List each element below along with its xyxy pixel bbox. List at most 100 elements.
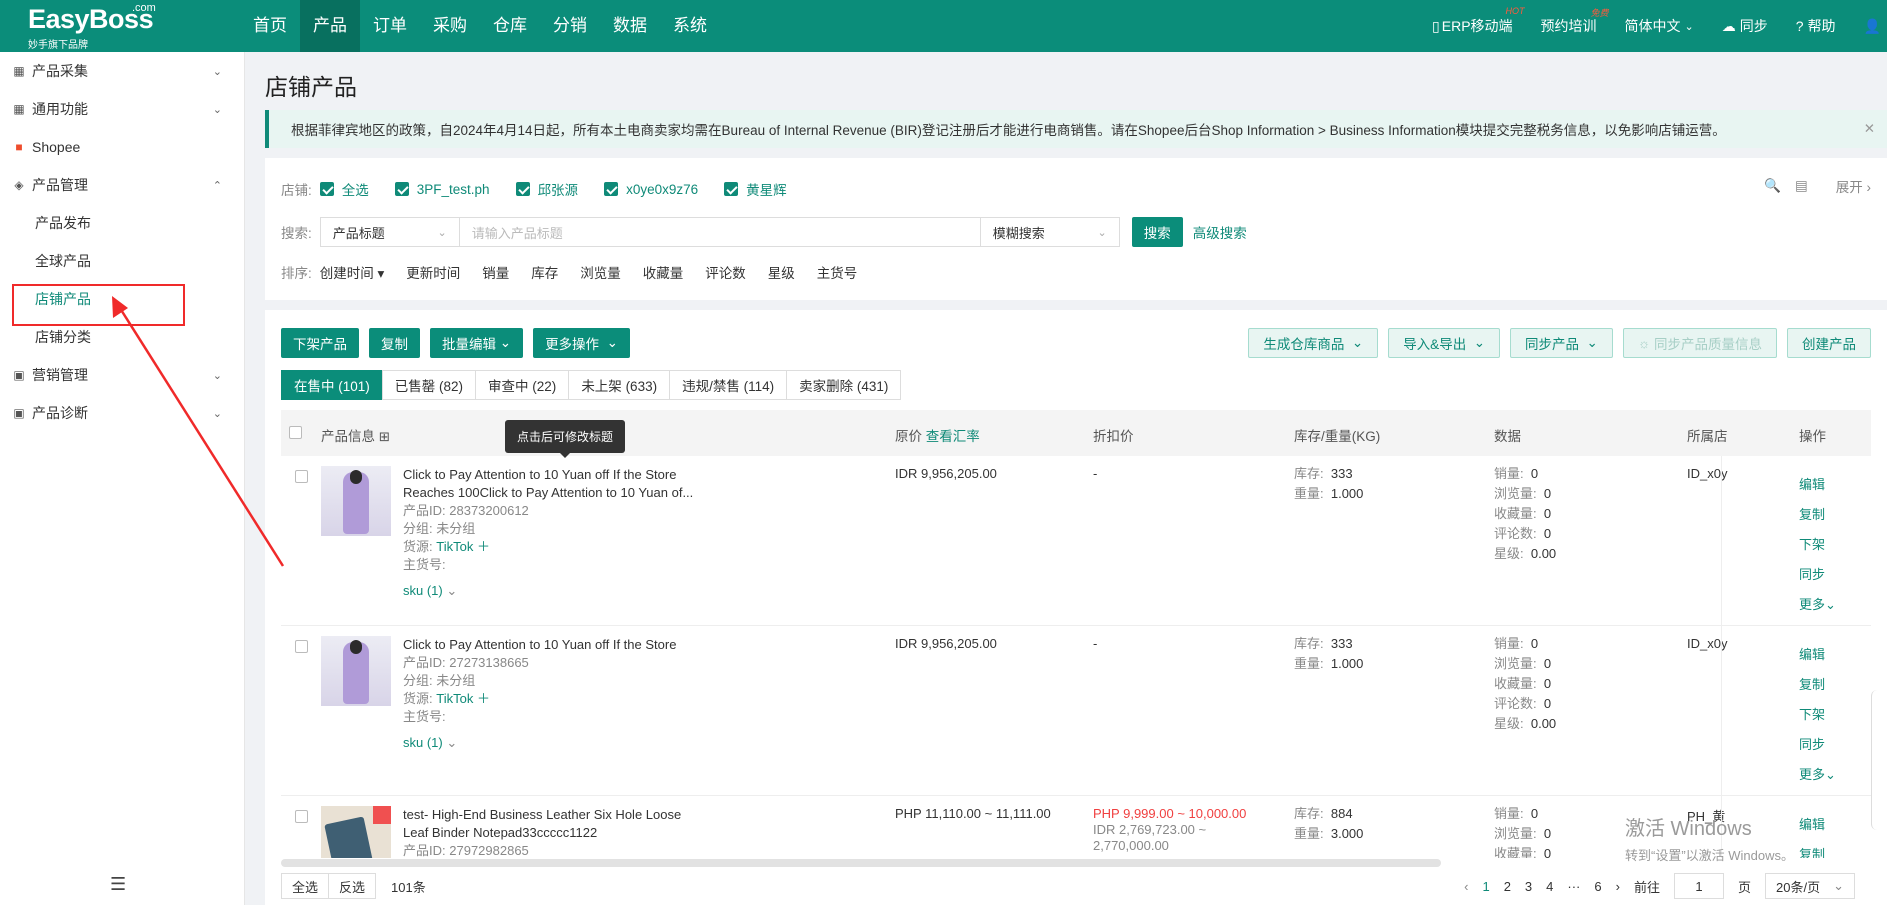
- copy-button[interactable]: 复制: [369, 328, 420, 358]
- shop-checkbox-all[interactable]: 全选: [319, 179, 369, 199]
- logo[interactable]: EasyBoss .com 妙手旗下品牌: [0, 0, 240, 52]
- nav-purchase[interactable]: 采购: [420, 0, 480, 52]
- tab-violation[interactable]: 违规/禁售 (114): [669, 370, 788, 400]
- search-button[interactable]: 搜索: [1131, 217, 1183, 247]
- next-page-icon[interactable]: ›: [1616, 879, 1620, 894]
- delist-link[interactable]: 下架: [1799, 530, 1836, 560]
- edit-link[interactable]: 编辑: [1799, 640, 1836, 670]
- mobile-erp-link[interactable]: ▯ ERP移动端 HOT: [1432, 6, 1525, 36]
- product-thumbnail[interactable]: [321, 636, 391, 706]
- sidebar-group-collect[interactable]: ▦ 产品采集 ⌄: [0, 52, 244, 90]
- sync-link[interactable]: 同步: [1799, 560, 1836, 590]
- sort-views[interactable]: 浏览量: [580, 262, 621, 282]
- nav-product[interactable]: 产品: [300, 0, 360, 52]
- help-link[interactable]: ? 帮助: [1796, 16, 1836, 36]
- select-all-checkbox[interactable]: [289, 426, 302, 439]
- sync-link[interactable]: 同步: [1799, 730, 1836, 760]
- shop-checkbox-3pf[interactable]: 3PF_test.ph: [394, 182, 490, 197]
- sort-sku-no[interactable]: 主货号: [817, 262, 858, 282]
- sku-toggle[interactable]: sku (1) ⌄: [403, 582, 733, 600]
- generate-warehouse-button[interactable]: 生成仓库商品 ⌄: [1248, 328, 1379, 358]
- horizontal-scrollbar[interactable]: [281, 859, 1441, 867]
- nav-order[interactable]: 订单: [360, 0, 420, 52]
- footer-invert-button[interactable]: 反选: [328, 873, 377, 899]
- advanced-search-link[interactable]: 高级搜索: [1193, 222, 1247, 242]
- user-icon[interactable]: 👤: [1864, 18, 1881, 35]
- nav-data[interactable]: 数据: [600, 0, 660, 52]
- view-exchange-rate-link[interactable]: 查看汇率: [926, 429, 980, 444]
- sidebar-item-global-products[interactable]: 全球产品: [0, 242, 244, 280]
- page-jump-input[interactable]: 1: [1673, 873, 1724, 899]
- page-1[interactable]: 1: [1482, 879, 1489, 894]
- edit-link[interactable]: 编辑: [1799, 810, 1825, 840]
- search-field-select[interactable]: 产品标题 ⌄: [319, 217, 460, 247]
- page-4[interactable]: 4: [1546, 879, 1553, 894]
- shop-checkbox-huang[interactable]: 黄星辉: [724, 179, 787, 199]
- sidebar-group-shopee[interactable]: ■ Shopee: [0, 128, 244, 166]
- footer-select-all-button[interactable]: 全选: [281, 873, 330, 899]
- plus-square-icon[interactable]: ⊞: [379, 429, 390, 444]
- sort-stars[interactable]: 星级: [768, 262, 795, 282]
- product-thumbnail[interactable]: [321, 466, 391, 536]
- page-ellipsis[interactable]: ···: [1567, 879, 1580, 894]
- close-icon[interactable]: ✕: [1864, 121, 1875, 137]
- row-checkbox[interactable]: [295, 810, 308, 823]
- tab-unlisted[interactable]: 未上架 (633): [568, 370, 671, 400]
- layout-icon[interactable]: ▤: [1795, 178, 1808, 194]
- sidebar-item-publish[interactable]: 产品发布: [0, 204, 244, 242]
- page-2[interactable]: 2: [1504, 879, 1511, 894]
- shop-checkbox-qiu[interactable]: 邱张源: [515, 179, 578, 199]
- shop-checkbox-x0y[interactable]: x0ye0x9z76: [604, 182, 698, 197]
- prev-page-icon[interactable]: ‹: [1464, 879, 1468, 894]
- sort-reviews[interactable]: 评论数: [705, 262, 746, 282]
- nav-system[interactable]: 系统: [660, 0, 720, 52]
- copy-link[interactable]: 复制: [1799, 840, 1825, 858]
- copy-link[interactable]: 复制: [1799, 500, 1836, 530]
- plus-icon[interactable]: ＋: [477, 691, 490, 706]
- floating-side-toolbar[interactable]: [1871, 690, 1887, 830]
- training-link[interactable]: 预约培训 免费: [1541, 8, 1609, 36]
- product-thumbnail[interactable]: [321, 806, 391, 858]
- plus-icon[interactable]: ＋: [477, 539, 490, 554]
- sort-sales[interactable]: 销量: [482, 262, 509, 282]
- nav-distribution[interactable]: 分销: [540, 0, 600, 52]
- page-3[interactable]: 3: [1525, 879, 1532, 894]
- tab-sold-out[interactable]: 已售罄 (82): [381, 370, 477, 400]
- sidebar-group-marketing[interactable]: ▣ 营销管理 ⌄: [0, 356, 244, 394]
- product-title[interactable]: Click to Pay Attention to 10 Yuan off If…: [403, 466, 733, 502]
- nav-warehouse[interactable]: 仓库: [480, 0, 540, 52]
- sidebar-group-product-manage[interactable]: ◈ 产品管理 ⌃: [0, 166, 244, 204]
- create-product-button[interactable]: 创建产品: [1787, 328, 1871, 358]
- language-select[interactable]: 简体中文 ⌄: [1625, 16, 1694, 36]
- more-link[interactable]: 更多⌄: [1799, 760, 1836, 790]
- source-link[interactable]: TikTok: [436, 691, 473, 706]
- nav-home[interactable]: 首页: [240, 0, 300, 52]
- search-icon[interactable]: 🔍: [1764, 178, 1781, 194]
- product-title[interactable]: test- High-End Business Leather Six Hole…: [403, 806, 733, 842]
- tab-on-sale[interactable]: 在售中 (101): [281, 370, 383, 400]
- sku-toggle[interactable]: sku (1) ⌄: [403, 734, 733, 752]
- sort-updated-time[interactable]: 更新时间: [406, 262, 460, 282]
- sync-link[interactable]: ☁ 同步: [1722, 16, 1768, 36]
- page-size-select[interactable]: 20条/页 ⌄: [1765, 873, 1855, 899]
- sync-products-button[interactable]: 同步产品 ⌄: [1510, 328, 1613, 358]
- more-link[interactable]: 更多⌄: [1799, 590, 1836, 620]
- delist-button[interactable]: 下架产品: [281, 328, 359, 358]
- tab-reviewing[interactable]: 审查中 (22): [475, 370, 570, 400]
- sidebar-group-common[interactable]: ▦ 通用功能 ⌄: [0, 90, 244, 128]
- page-6[interactable]: 6: [1594, 879, 1601, 894]
- sync-quality-button[interactable]: ☼ 同步产品质量信息: [1622, 328, 1777, 358]
- delist-link[interactable]: 下架: [1799, 700, 1836, 730]
- expand-toggle[interactable]: 展开 ›: [1822, 176, 1871, 196]
- menu-collapse-icon[interactable]: ☰: [110, 874, 126, 895]
- more-actions-button[interactable]: 更多操作 ⌄: [533, 328, 630, 358]
- sort-created-time[interactable]: 创建时间 ▾: [320, 262, 385, 282]
- source-link[interactable]: TikTok: [436, 539, 473, 554]
- sidebar-group-diagnosis[interactable]: ▣ 产品诊断 ⌄: [0, 394, 244, 432]
- row-checkbox[interactable]: [295, 470, 308, 483]
- row-checkbox[interactable]: [295, 640, 308, 653]
- batch-edit-button[interactable]: 批量编辑 ⌄: [430, 328, 524, 358]
- product-title[interactable]: Click to Pay Attention to 10 Yuan off If…: [403, 636, 733, 654]
- import-export-button[interactable]: 导入&导出 ⌄: [1388, 328, 1501, 358]
- copy-link[interactable]: 复制: [1799, 670, 1836, 700]
